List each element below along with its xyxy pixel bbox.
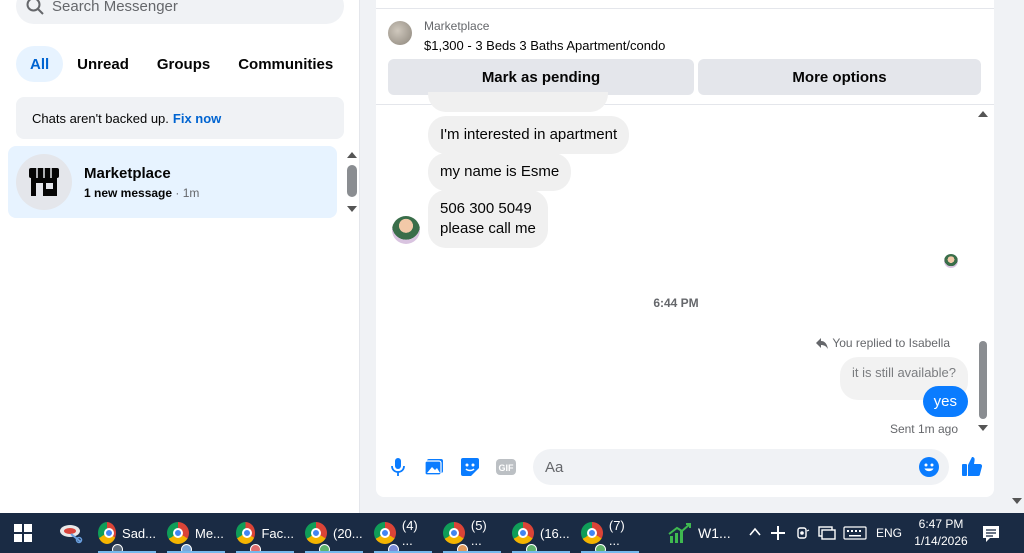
chat-preview: 1 new message · 1m [84,186,199,200]
chrome-icon [305,522,330,553]
system-clock[interactable]: 6:47 PM 1/14/2026 [910,516,972,550]
marketplace-listing-header: Marketplace $1,300 - 3 Beds 3 Baths Apar… [376,8,994,53]
taskbar-app-label: Fac... [261,525,294,541]
stock-label: W1... [698,525,731,541]
message-bubble-partial [428,92,608,112]
message-input-placeholder: Aa [545,458,564,476]
filter-groups[interactable]: Groups [143,46,224,82]
chrome-icon [236,522,261,553]
stock-chart-icon [668,523,691,543]
reply-indicator: You replied to Isabella [816,336,950,350]
clock-date: 1/14/2026 [914,534,968,548]
notifications-icon[interactable] [982,525,1000,543]
shop-icon [29,168,59,196]
page-scroll-down-icon[interactable] [1012,498,1022,504]
message-composer: GIF Aa [376,446,994,488]
reply-icon [816,337,829,349]
chevron-up-icon[interactable] [749,527,761,537]
scroll-up-arrow-icon[interactable] [347,152,357,158]
seen-indicator-avatar [944,254,958,268]
chat-time: · 1m [175,185,200,200]
my-message-bubble: yes [922,386,968,417]
scroll-up-arrow-icon[interactable] [978,111,988,117]
message-bubble: my name is Esme [428,153,572,191]
sender-avatar[interactable] [392,216,420,244]
plus-icon[interactable] [770,525,786,541]
chrome-icon [167,522,192,553]
more-options-button[interactable]: More options [698,59,981,95]
filter-tabs: All Unread Groups Communities [16,46,347,82]
meet-now-icon[interactable] [796,526,810,541]
search-input[interactable]: Search Messenger [52,0,178,15]
scroll-down-arrow-icon[interactable] [347,206,357,212]
taskbar-app-chrome[interactable]: Fac... [236,513,294,553]
sent-status: Sent 1m ago [889,422,958,436]
chrome-icon [443,522,468,553]
clock-time: 6:47 PM [918,517,964,531]
backup-text: Chats aren't backed up. [32,110,169,126]
taskbar-app-chrome[interactable]: (5) ... [443,513,501,553]
svg-text:GIF: GIF [499,463,515,473]
taskbar-app-label: (5) ... [470,518,487,548]
taskbar-app-label: (16... [540,525,570,541]
scroll-down-arrow-icon[interactable] [978,425,988,431]
filter-unread[interactable]: Unread [63,46,143,82]
taskbar-app-chrome[interactable]: (20... [305,513,363,553]
taskbar-stock-widget[interactable]: W1... [668,513,736,553]
message-line: please call me [440,220,536,237]
search-box[interactable]: Search Messenger [16,0,344,24]
conversation-panel: Marketplace $1,300 - 3 Beds 3 Baths Apar… [376,0,994,497]
filter-all[interactable]: All [16,46,64,82]
taskbar-app-label: Sad... [122,525,156,541]
listing-title[interactable]: $1,300 - 3 Beds 3 Baths Apartment/condo [424,38,665,53]
network-icon[interactable] [818,526,836,540]
taskbar-app-label: (4) ... [401,518,418,548]
taskbar-app-chrome[interactable]: Sad... [98,513,156,553]
message-line: 506 300 5049 [440,200,532,217]
chat-list-scrollbar[interactable] [345,150,359,214]
message-timestamp: 6:44 PM [653,296,699,310]
chat-name: Marketplace [84,164,171,182]
chat-item-marketplace[interactable]: Marketplace 1 new message · 1m [8,146,337,218]
backup-banner: Chats aren't backed up. Fix now [16,97,344,139]
chat-status: 1 new message [84,185,173,200]
taskbar-app-chrome[interactable]: (16... [512,513,570,553]
chrome-icon [581,522,606,553]
marketplace-avatar [16,154,72,210]
search-icon [26,0,44,15]
chat-list-panel: Search Messenger All Unread Groups Commu… [0,0,360,513]
taskbar-app-label: Me... [195,525,224,541]
thumbs-up-icon[interactable] [960,454,984,478]
taskbar-app-chrome[interactable]: (4) ... [374,513,432,553]
gif-icon[interactable]: GIF [495,456,517,478]
chrome-icon [512,522,537,553]
conversation-scrollbar[interactable] [976,108,990,434]
fix-now-link[interactable]: Fix now [173,111,221,126]
replied-to-text: You replied to Isabella [832,336,950,350]
chrome-icon [98,522,123,553]
sticker-icon[interactable] [459,456,481,478]
chrome-icon [374,522,399,553]
message-bubble: 506 300 5049 please call me [428,190,548,248]
filter-communities[interactable]: Communities [224,46,347,82]
taskbar-app-chrome[interactable]: Me... [167,513,225,553]
taskbar-app-label: (20... [333,525,363,541]
windows-start-icon[interactable] [14,524,32,542]
message-input[interactable]: Aa [533,449,949,485]
listing-thumbnail[interactable] [388,21,412,45]
scroll-thumb[interactable] [979,341,987,419]
keyboard-icon[interactable] [843,526,867,540]
emoji-icon[interactable] [919,457,939,477]
message-bubble: I'm interested in apartment [428,116,630,154]
language-indicator[interactable]: ENG [876,526,902,540]
photo-icon[interactable] [423,456,445,478]
windows-taskbar: Sad... Me... Fac... (20... (4) ... (5) .… [0,513,1024,553]
listing-source: Marketplace [424,19,490,33]
scroll-thumb[interactable] [347,165,357,197]
taskbar-app-label: (7) ... [608,518,625,548]
mark-as-pending-button[interactable]: Mark as pending [388,59,694,95]
snipping-tool-icon[interactable] [59,522,85,544]
microphone-icon[interactable] [387,456,409,478]
taskbar-app-chrome[interactable]: (7) ... [581,513,639,553]
